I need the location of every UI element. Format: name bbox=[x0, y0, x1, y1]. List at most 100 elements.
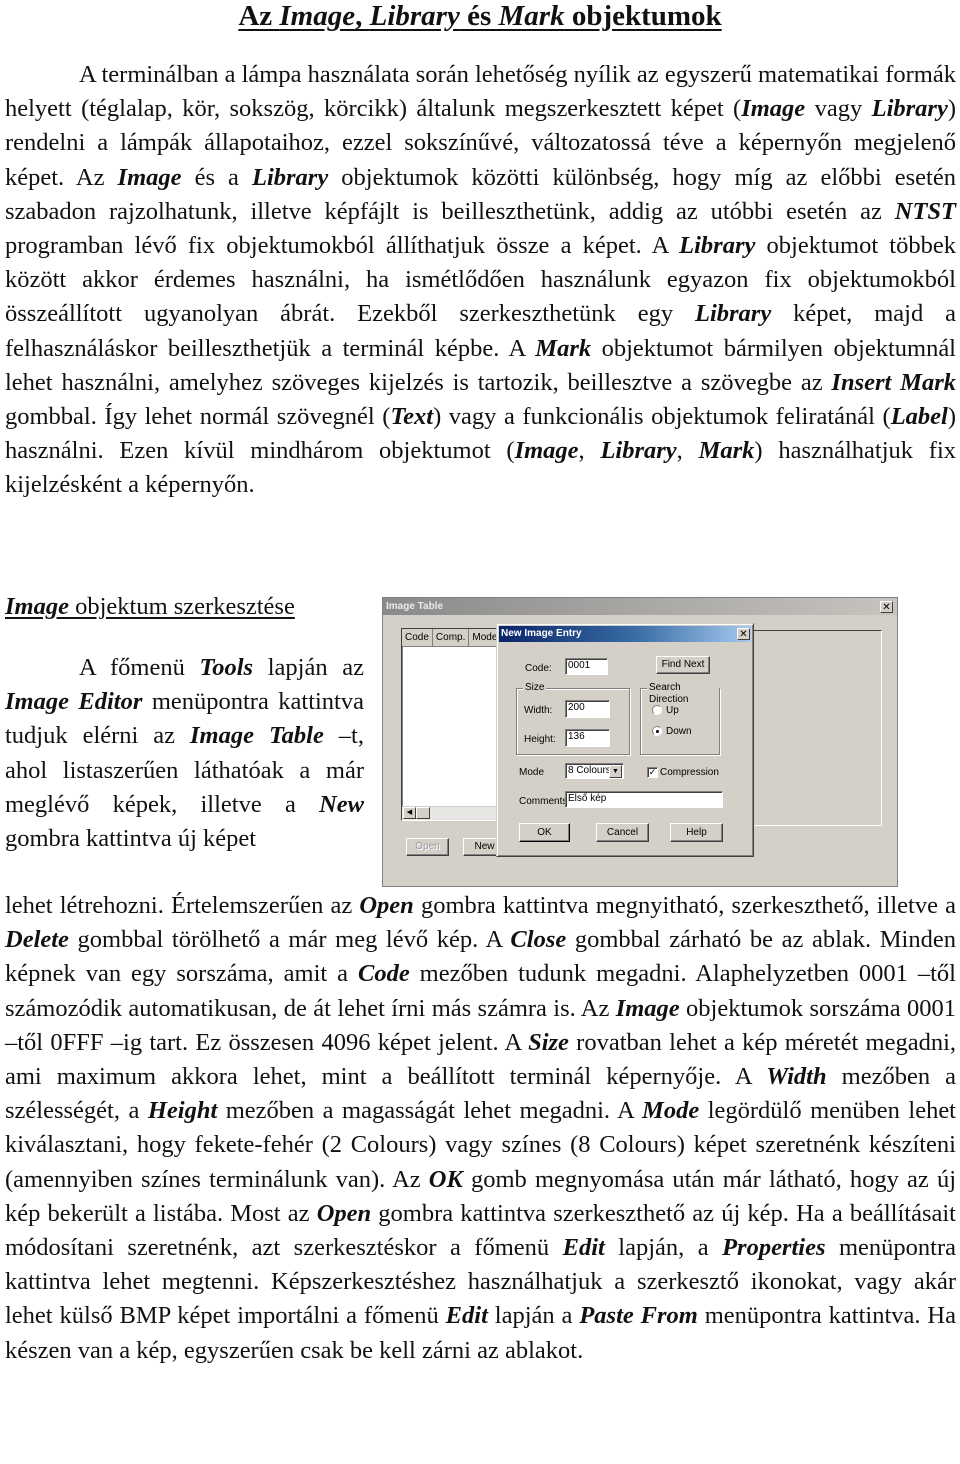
emphasized-term: Open bbox=[316, 1199, 372, 1227]
image-list[interactable]: Code Comp. Mode S ◀ bbox=[401, 628, 498, 821]
column-header-code[interactable]: Code bbox=[402, 629, 433, 647]
emphasized-term: Height bbox=[147, 1097, 218, 1125]
text-run: lapján az bbox=[253, 654, 364, 681]
title-sep1: , bbox=[355, 0, 370, 32]
text-run: lehet létrehozni. Értelemszerűen az bbox=[5, 892, 360, 919]
intro-paragraph: A terminálban a lámpa használata során l… bbox=[5, 58, 956, 503]
section-heading-em: Image bbox=[5, 593, 69, 620]
up-label: Up bbox=[666, 705, 679, 716]
chevron-down-icon[interactable]: ▼ bbox=[609, 765, 622, 778]
check-icon: ✓ bbox=[648, 767, 657, 777]
help-button[interactable]: Help bbox=[670, 823, 723, 842]
width-input[interactable]: 200 bbox=[565, 700, 610, 718]
text-run: ) vagy a funkcionális objektumok felirat… bbox=[433, 403, 891, 431]
image-table-window: Image Table ✕ Code Comp. Mode S ◀ Open N… bbox=[382, 597, 898, 887]
section-body-paragraph: lehet létrehozni. Értelemszerűen az Open… bbox=[5, 889, 956, 1368]
cancel-button[interactable]: Cancel bbox=[596, 823, 649, 842]
emphasized-term: Tools bbox=[199, 654, 254, 681]
compression-checkbox[interactable]: ✓ bbox=[647, 767, 658, 778]
emphasized-term: Image bbox=[615, 994, 680, 1022]
emphasized-term: Properties bbox=[722, 1234, 826, 1262]
text-run: , bbox=[578, 437, 601, 465]
new-entry-close-button[interactable]: ✕ bbox=[737, 628, 750, 640]
text-run: gombra kattintva megnyitható, szerkeszth… bbox=[413, 892, 956, 919]
emphasized-term: Mode bbox=[642, 1097, 700, 1125]
column-header-comp[interactable]: Comp. bbox=[432, 629, 470, 647]
new-image-entry-titlebar: New Image Entry bbox=[499, 626, 751, 642]
height-label: Height: bbox=[524, 734, 556, 745]
emphasized-term: Close bbox=[510, 926, 567, 954]
code-input[interactable]: 0001 bbox=[565, 658, 608, 675]
comments-input[interactable]: Első kép bbox=[565, 791, 723, 808]
find-next-button[interactable]: Find Next bbox=[656, 656, 710, 674]
code-label: Code: bbox=[525, 663, 552, 674]
text-run: gombbal. Így lehet normál szövegnél ( bbox=[5, 403, 391, 431]
text-run: lapján a bbox=[487, 1302, 580, 1330]
section-heading-rest: objektum szerkesztése bbox=[68, 593, 295, 620]
emphasized-term: Image bbox=[117, 163, 182, 191]
title-prefix: Az bbox=[238, 0, 280, 32]
open-button-label: Open bbox=[415, 841, 440, 852]
emphasized-term: Image Editor bbox=[5, 688, 143, 716]
down-radio[interactable] bbox=[652, 726, 662, 736]
text-run: és a bbox=[181, 163, 252, 191]
compression-label: Compression bbox=[660, 767, 719, 778]
help-button-label: Help bbox=[686, 827, 707, 838]
image-list-header: Code Comp. Mode S bbox=[402, 629, 497, 647]
emphasized-term: Library bbox=[695, 300, 772, 328]
emphasized-term: Library bbox=[251, 163, 329, 191]
scroll-left-icon[interactable]: ◀ bbox=[403, 807, 416, 819]
open-button[interactable]: Open bbox=[406, 838, 449, 856]
emphasized-term: Library bbox=[600, 437, 677, 465]
emphasized-term: Code bbox=[358, 960, 410, 988]
title-mark: Mark bbox=[498, 0, 565, 32]
emphasized-term: Text bbox=[390, 403, 434, 431]
emphasized-term: OK bbox=[428, 1165, 463, 1193]
emphasized-term: Library bbox=[679, 232, 756, 260]
mode-select-value: 8 Colours bbox=[568, 765, 611, 776]
search-direction-group: Search Direction bbox=[640, 682, 720, 755]
title-image: Image bbox=[279, 0, 356, 32]
image-preview-panel bbox=[751, 630, 882, 826]
emphasized-term: Size bbox=[528, 1028, 569, 1056]
text-run: vagy bbox=[805, 95, 872, 123]
text-run: , bbox=[676, 437, 699, 465]
emphasized-term: Edit bbox=[445, 1302, 488, 1330]
emphasized-term: Mark bbox=[535, 334, 592, 362]
column-header-mode[interactable]: Mode bbox=[469, 629, 497, 647]
emphasized-term: Image Table bbox=[190, 722, 324, 750]
search-direction-label: Search Direction bbox=[647, 682, 719, 706]
mode-select[interactable]: 8 Colours ▼ bbox=[565, 763, 624, 779]
emphasized-term: Open bbox=[359, 892, 414, 919]
scroll-thumb[interactable] bbox=[416, 807, 430, 819]
text-run: A főmenü bbox=[79, 654, 200, 681]
ok-button[interactable]: OK bbox=[519, 823, 570, 842]
new-image-entry-dialog: New Image Entry ✕ Code: 0001 Find Next S… bbox=[496, 623, 754, 857]
close-icon: ✕ bbox=[882, 602, 891, 613]
image-table-close-button[interactable]: ✕ bbox=[880, 601, 893, 613]
horizontal-scrollbar[interactable]: ◀ bbox=[402, 806, 497, 820]
image-table-titlebar: Image Table bbox=[383, 598, 897, 615]
section-heading: Image objektum szerkesztése bbox=[5, 590, 295, 624]
mode-label: Mode bbox=[519, 767, 545, 778]
size-group-label: Size bbox=[523, 682, 547, 694]
emphasized-term: Insert Mark bbox=[831, 368, 956, 396]
image-table-title: Image Table bbox=[386, 601, 444, 612]
text-run: mezőben a magasságát lehet megadni. A bbox=[217, 1097, 643, 1125]
text-run: programban lévő fix objektumokból állíth… bbox=[5, 232, 680, 260]
emphasized-term: Delete bbox=[5, 926, 69, 954]
emphasized-term: Width bbox=[766, 1063, 827, 1091]
new-button-label: New bbox=[474, 841, 495, 852]
ok-button-label: OK bbox=[537, 827, 552, 838]
height-input[interactable]: 136 bbox=[565, 729, 610, 747]
width-label: Width: bbox=[524, 705, 553, 716]
emphasized-term: Library bbox=[871, 95, 948, 123]
down-label: Down bbox=[666, 726, 692, 737]
up-radio[interactable] bbox=[652, 705, 662, 715]
new-image-entry-title: New Image Entry bbox=[501, 628, 582, 639]
page-title: Az Image, Library és Mark objektumok bbox=[0, 0, 960, 34]
cancel-button-label: Cancel bbox=[606, 827, 639, 838]
emphasized-term: Mark bbox=[698, 437, 755, 465]
emphasized-term: NTST bbox=[894, 197, 956, 225]
find-next-label: Find Next bbox=[661, 659, 705, 670]
